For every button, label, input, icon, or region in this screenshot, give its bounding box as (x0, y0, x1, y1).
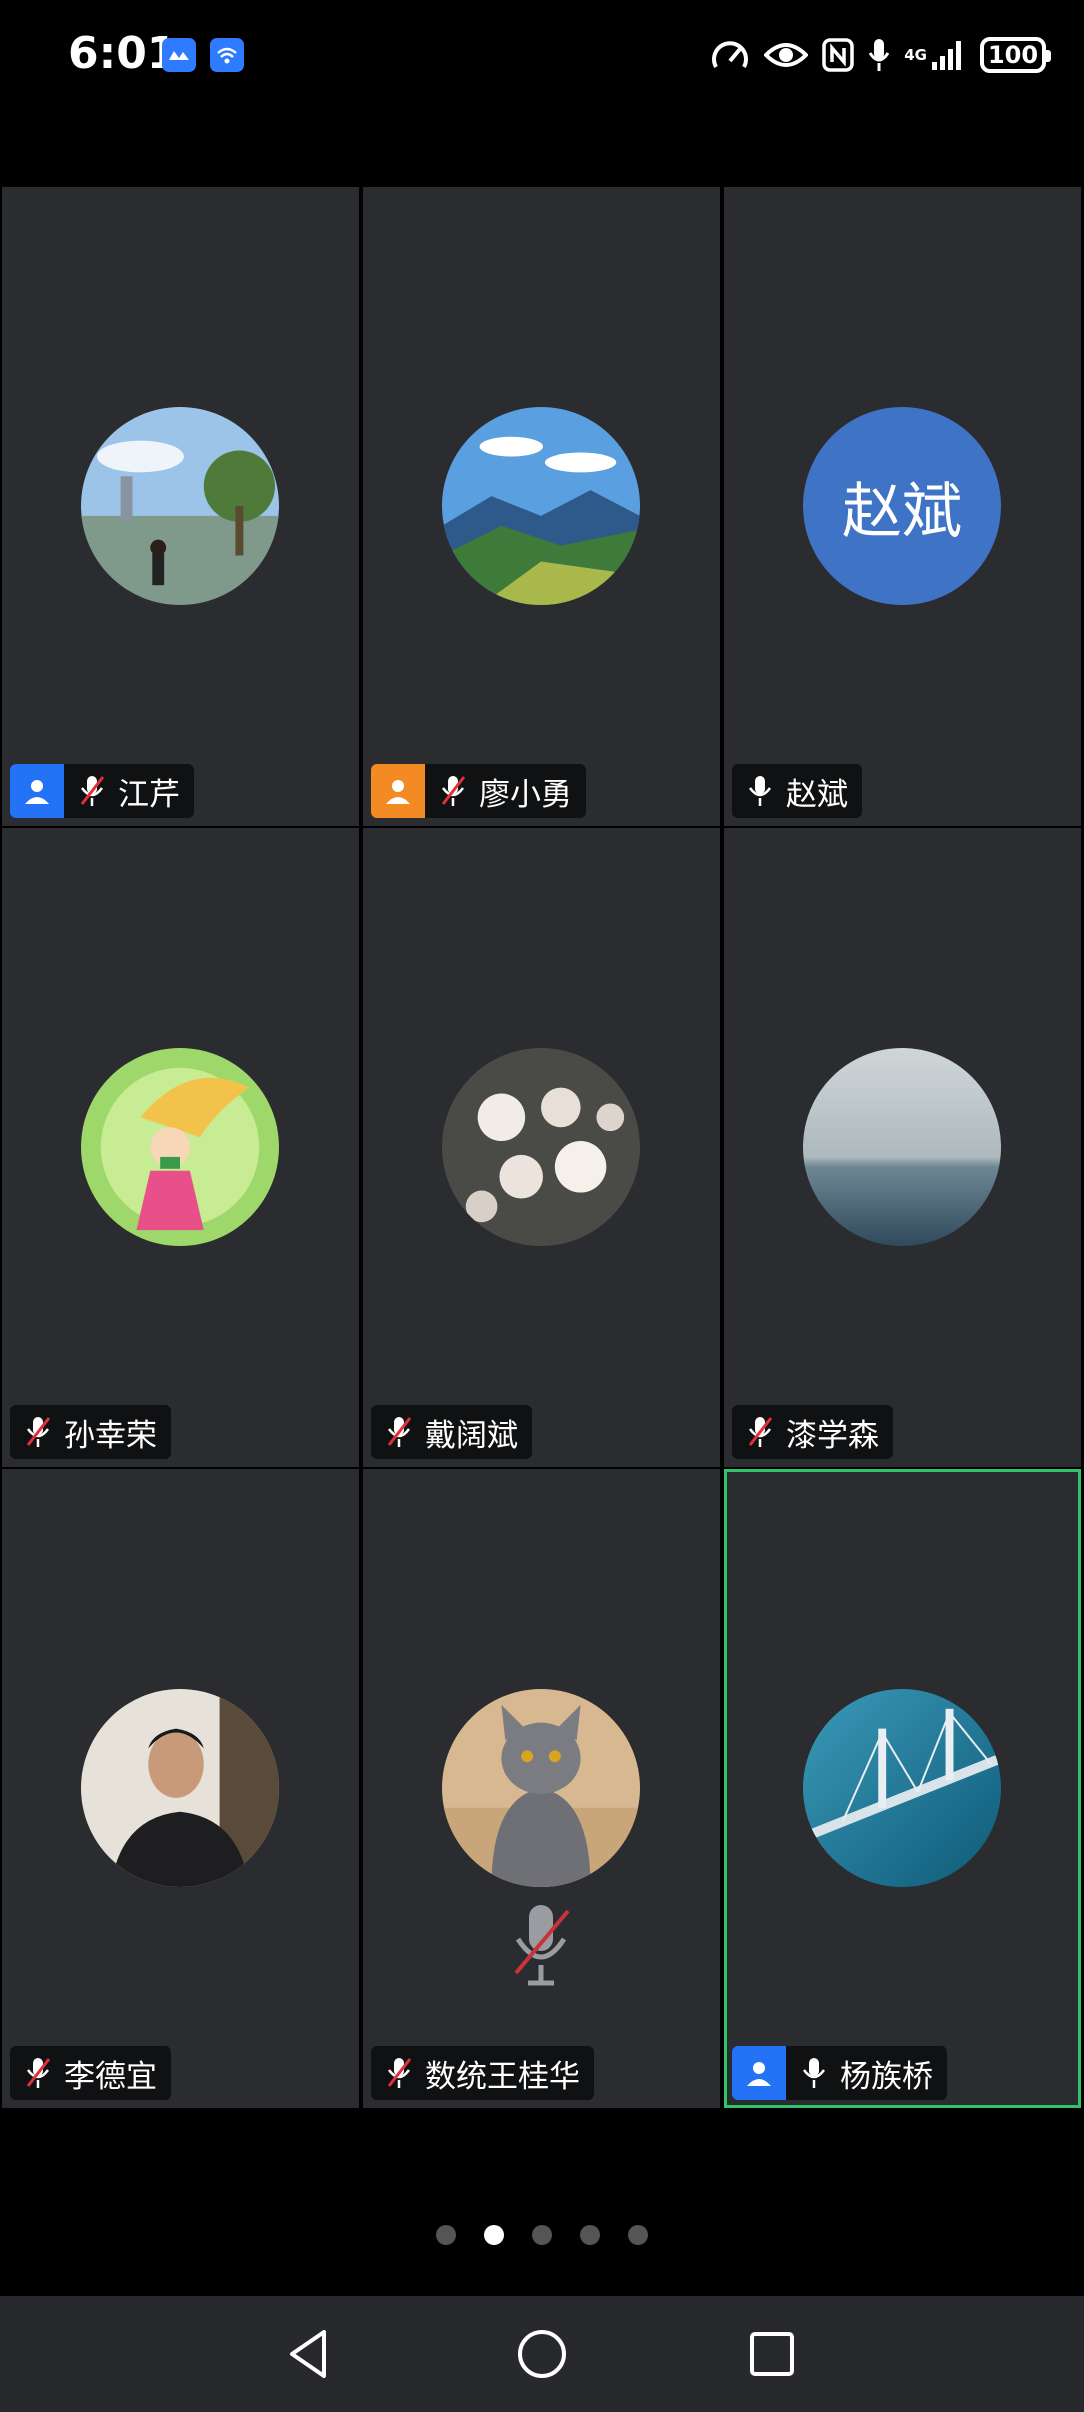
participant-tile[interactable]: 孙幸荣 (2, 828, 359, 1467)
mic-on-icon (732, 764, 780, 818)
meet-app-icon (162, 38, 196, 72)
participant-tile[interactable]: 赵斌 赵斌 (724, 187, 1081, 826)
mic-muted-icon (425, 764, 473, 818)
page-dot-active[interactable] (484, 2225, 504, 2245)
status-bar: 6:01 4G 100 (0, 0, 1084, 110)
bridge-photo (803, 1689, 1001, 1887)
name-tag: 杨族桥 (732, 2046, 947, 2100)
participant-name: 数统王桂华 (425, 2058, 580, 2095)
participant-name: 李德宜 (64, 2058, 157, 2095)
signal-icon: 4G (904, 38, 966, 72)
participant-tile[interactable]: 漆学森 (724, 828, 1081, 1467)
participant-avatar (803, 1048, 1001, 1246)
mic-muted-icon (371, 2046, 419, 2100)
system-nav-bar (0, 2296, 1084, 2412)
participant-name: 廖小勇 (479, 776, 572, 813)
cohost-badge-icon (371, 764, 425, 818)
participant-name: 戴阔斌 (425, 1417, 518, 1454)
participant-name: 江芹 (118, 776, 180, 813)
participant-avatar (81, 1048, 279, 1246)
page-indicator (0, 2215, 1084, 2255)
blossom-photo (442, 1048, 640, 1246)
mic-icon (868, 37, 890, 73)
participant-tile[interactable]: 数统王桂华 (363, 1469, 720, 2108)
cat-photo (442, 1689, 640, 1887)
participant-tile[interactable]: 江芹 (2, 187, 359, 826)
back-icon[interactable] (278, 2322, 342, 2386)
name-tag: 李德宜 (10, 2046, 171, 2100)
mic-muted-icon (64, 764, 112, 818)
participant-tile-active[interactable]: 杨族桥 (724, 1469, 1081, 2108)
page-dot[interactable] (436, 2225, 456, 2245)
sea-photo (803, 1048, 1001, 1246)
participant-avatar (442, 407, 640, 605)
name-tag: 江芹 (10, 764, 194, 818)
lakeside-photo (81, 407, 279, 605)
participant-avatar (81, 407, 279, 605)
speed-icon (710, 37, 750, 73)
mic-muted-icon (371, 1405, 419, 1459)
page-dot[interactable] (532, 2225, 552, 2245)
status-icons: 4G 100 (710, 30, 1051, 80)
participant-avatar (442, 1048, 640, 1246)
participant-tile[interactable]: 廖小勇 (363, 187, 720, 826)
page-dot[interactable] (580, 2225, 600, 2245)
wifi-app-icon (210, 38, 244, 72)
name-tag: 孙幸荣 (10, 1405, 171, 1459)
participant-tile[interactable]: 戴阔斌 (363, 828, 720, 1467)
participant-avatar (803, 1689, 1001, 1887)
participant-name: 孙幸荣 (64, 1417, 157, 1454)
participant-avatar (81, 1689, 279, 1887)
battery-icon: 100 (980, 37, 1051, 73)
illustration-girl (81, 1048, 279, 1246)
man-photo (81, 1689, 279, 1887)
page-dot[interactable] (628, 2225, 648, 2245)
participant-avatar-initials: 赵斌 (803, 407, 1001, 605)
host-badge-icon (10, 764, 64, 818)
name-tag: 戴阔斌 (371, 1405, 532, 1459)
eye-icon (764, 39, 809, 71)
home-icon[interactable] (510, 2322, 574, 2386)
name-tag: 漆学森 (732, 1405, 893, 1459)
participant-name: 赵斌 (786, 776, 848, 813)
name-tag: 数统王桂华 (371, 2046, 594, 2100)
participant-name: 杨族桥 (840, 2058, 933, 2095)
recents-icon[interactable] (740, 2322, 804, 2386)
name-tag: 廖小勇 (371, 764, 586, 818)
host-badge-icon (732, 2046, 786, 2100)
mountain-photo (442, 407, 640, 605)
mic-muted-icon (10, 1405, 58, 1459)
participant-name: 漆学森 (786, 1417, 879, 1454)
participant-tile[interactable]: 李德宜 (2, 1469, 359, 2108)
mic-muted-icon (732, 1405, 780, 1459)
mic-muted-icon (10, 2046, 58, 2100)
participant-grid: 江芹 廖小勇 赵斌 赵斌 孙幸荣 戴阔斌 漆学森 李德宜 数统王桂华 杨族桥 (0, 185, 1084, 2111)
name-tag: 赵斌 (732, 764, 862, 818)
mic-on-icon (786, 2046, 834, 2100)
nfc-icon (822, 38, 854, 72)
mic-muted-icon (510, 1901, 572, 1989)
participant-avatar (442, 1689, 640, 1887)
